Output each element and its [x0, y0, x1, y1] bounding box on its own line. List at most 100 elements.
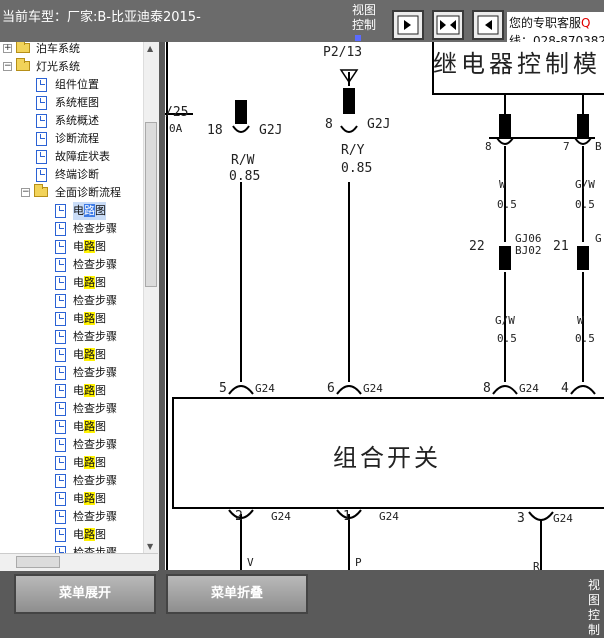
tree-leaf-circuit[interactable]: 电路图 — [0, 310, 143, 328]
pin-label: 2 — [235, 509, 243, 524]
current-car-label: 当前车型：厂家:B-比亚迪泰2015- — [2, 10, 201, 25]
document-icon — [55, 276, 66, 290]
label-highlight: 路 — [84, 492, 95, 505]
scroll-down-icon[interactable]: ▼ — [147, 542, 153, 551]
top-bar: 当前车型：厂家:B-比亚迪泰2015- 视图 控制 您的专职客服Q 线：028-… — [0, 0, 604, 42]
scroll-up-icon[interactable]: ▲ — [147, 44, 153, 53]
view-control-line1: 视图 — [588, 578, 601, 607]
pin-label: /25 — [165, 105, 188, 120]
tree-item-full-diagnosis[interactable]: − 全面诊断流程 — [0, 184, 143, 202]
label-part: 电 — [73, 276, 84, 289]
expand-icon[interactable]: + — [3, 44, 12, 53]
tree-leaf-steps[interactable]: 检查步骤 — [0, 436, 143, 454]
document-icon — [55, 330, 66, 344]
tree-item-fault-symptoms[interactable]: 故障症状表 — [0, 148, 143, 166]
tree-leaf-circuit[interactable]: 电路图 — [0, 238, 143, 256]
document-icon — [36, 132, 47, 146]
folder-open-icon — [34, 184, 48, 197]
document-icon — [55, 438, 66, 452]
tree-leaf-circuit[interactable]: 电路图 — [0, 526, 143, 544]
document-icon — [36, 114, 47, 128]
label-part: 图 — [95, 276, 106, 289]
tree-item-system-diagram[interactable]: 系统框图 — [0, 94, 143, 112]
tree-leaf-circuit[interactable]: 电路图 — [0, 346, 143, 364]
service-contact: 您的专职客服Q 线：028-870382 — [507, 12, 604, 42]
prev-button[interactable] — [472, 10, 504, 40]
wire-color-label: R — [533, 560, 540, 570]
label-part: 电 — [73, 348, 84, 361]
tree-leaf-steps[interactable]: 检查步骤 — [0, 328, 143, 346]
label-part: 图 — [95, 240, 106, 253]
collapse-icon[interactable]: − — [21, 188, 30, 197]
label-part: 图 — [95, 204, 106, 217]
pin-label: 22 — [469, 239, 485, 254]
menu-expand-button[interactable]: 菜单展开 — [14, 574, 156, 614]
tree-item-label: 组件位置 — [55, 78, 99, 91]
tree-item-label: 诊断流程 — [55, 132, 99, 145]
tree-leaf-circuit[interactable]: 电路图 — [0, 202, 143, 220]
tree-leaf-circuit[interactable]: 电路图 — [0, 274, 143, 292]
tree-item-component-location[interactable]: 组件位置 — [0, 76, 143, 94]
pin-label: 1 — [343, 509, 351, 524]
tree-item-label: 检查步骤 — [73, 330, 117, 343]
tree-item-diagnosis-flow[interactable]: 诊断流程 — [0, 130, 143, 148]
service-qq: Q — [581, 16, 591, 30]
label-part: 图 — [95, 492, 106, 505]
tree-leaf-circuit[interactable]: 电路图 — [0, 418, 143, 436]
wire-gauge-label: 0.5 — [497, 332, 517, 345]
label-highlight: 路 — [84, 240, 95, 253]
tree-item-lighting[interactable]: − 灯光系统 — [0, 58, 143, 76]
wire-color-label: R/W — [231, 153, 255, 168]
tree-leaf-steps[interactable]: 检查步骤 — [0, 220, 143, 238]
label-highlight: 路 — [84, 276, 95, 289]
tree-leaf-circuit[interactable]: 电路图 — [0, 490, 143, 508]
tree-item-parking[interactable]: + 泊车系统 — [0, 42, 143, 58]
tree-item-system-overview[interactable]: 系统概述 — [0, 112, 143, 130]
service-title: 您的专职客服 — [509, 16, 582, 30]
service-phone: 线：028-870382 — [509, 34, 604, 42]
wire-gauge-label: 0.5 — [575, 198, 595, 211]
label-highlight: 路 — [84, 528, 95, 541]
wiring-diagram[interactable]: 继电器控制模 组合开关 P2/13 /25 0A 18 G2J 8 G2J R/… — [165, 42, 604, 570]
split-view-button[interactable] — [432, 10, 464, 40]
scroll-thumb[interactable] — [16, 556, 60, 568]
tree-vertical-scrollbar[interactable]: ▲ ▼ — [143, 42, 159, 570]
tree-horizontal-scrollbar[interactable] — [0, 553, 158, 571]
connector-label: G24 — [363, 382, 383, 395]
tree-item-label: 灯光系统 — [36, 60, 80, 73]
connector-label: G24 — [255, 382, 275, 395]
tree-leaf-steps[interactable]: 检查步骤 — [0, 400, 143, 418]
tree-leaf-steps[interactable]: 检查步骤 — [0, 364, 143, 382]
view-control-line1: 视图 — [352, 3, 377, 17]
document-icon — [55, 366, 66, 380]
next-button[interactable] — [392, 10, 424, 40]
tree-leaf-steps[interactable]: 检查步骤 — [0, 256, 143, 274]
tree-item-label: 检查步骤 — [73, 366, 117, 379]
label-part: 图 — [95, 528, 106, 541]
collapse-icon[interactable]: − — [3, 62, 12, 71]
label-highlight: 路 — [84, 312, 95, 325]
pin-label: 21 — [553, 239, 569, 254]
pin-label: 7 — [563, 140, 570, 153]
tree-leaf-steps[interactable]: 检查步骤 — [0, 508, 143, 526]
tree-item-label: 故障症状表 — [55, 150, 110, 163]
label-highlight: 路 — [84, 204, 95, 217]
label-part: 电 — [73, 204, 84, 217]
tree-item-terminal-diagnosis[interactable]: 终端诊断 — [0, 166, 143, 184]
collapse-split-icon — [436, 15, 460, 35]
tree-leaf-steps[interactable]: 检查步骤 — [0, 292, 143, 310]
scroll-thumb[interactable] — [145, 122, 157, 287]
label-part: 电 — [73, 456, 84, 469]
view-control-line2: 控制 — [352, 18, 377, 32]
relay-module-title: 继电器控制模 — [433, 50, 601, 78]
document-icon — [55, 222, 66, 236]
menu-collapse-button[interactable]: 菜单折叠 — [166, 574, 308, 614]
tree-leaf-circuit[interactable]: 电路图 — [0, 454, 143, 472]
document-icon — [36, 78, 47, 92]
tree-leaf-circuit[interactable]: 电路图 — [0, 382, 143, 400]
document-icon — [55, 456, 66, 470]
view-control-marker — [355, 35, 361, 41]
document-icon — [36, 150, 47, 164]
tree-leaf-steps[interactable]: 检查步骤 — [0, 472, 143, 490]
document-icon — [55, 348, 66, 362]
